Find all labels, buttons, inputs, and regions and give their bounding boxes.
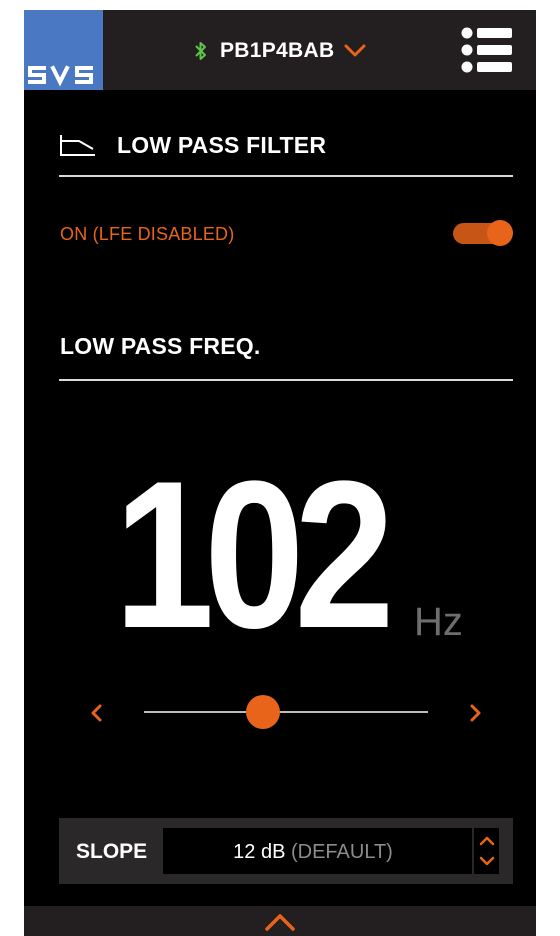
top-bar: PB1P4BAB [24,10,536,90]
section-title: LOW PASS FILTER [117,131,327,158]
slider-rail [144,711,428,713]
expand-panel-button[interactable] [24,906,536,936]
frequency-value: 102 [114,437,395,672]
slope-value-text: 12 dB [233,841,286,863]
filter-status: ON (LFE DISABLED) [60,224,235,244]
low-pass-filter-icon [60,135,95,156]
low-pass-freq-title: LOW PASS FREQ. [60,333,261,359]
slope-value: 12 dB (DEFAULT) [163,841,463,864]
decrease-frequency-button[interactable] [82,698,112,728]
chevron-up-down-icon[interactable] [477,832,497,870]
chevron-up-icon [265,914,295,931]
toggle-knob [487,220,513,246]
device-name: PB1P4BAB [220,39,335,62]
bluetooth-icon [195,42,206,60]
slider-thumb[interactable] [246,695,281,729]
chevron-down-icon [344,44,366,57]
slope-label: SLOPE [76,840,148,863]
slope-separator [472,828,474,874]
low-pass-filter-header: LOW PASS FILTER [59,128,326,162]
slope-default-hint: (DEFAULT) [290,841,393,863]
divider [59,379,513,381]
divider [59,175,513,177]
menu-button[interactable] [458,26,514,74]
frequency-slider[interactable] [144,694,428,730]
frequency-unit: Hz [414,600,463,644]
device-selector[interactable]: PB1P4BAB [194,36,366,66]
app-screen: PB1P4BAB LOW PASS FILTER ON (LFE DISABLE… [24,10,536,936]
svs-logo-mark [28,65,93,87]
svs-logo[interactable] [24,10,103,90]
increase-frequency-button[interactable] [460,698,490,728]
slope-row: SLOPE 12 dB (DEFAULT) [59,818,513,884]
chevron-right-icon [470,704,481,722]
low-pass-filter-toggle[interactable] [453,220,513,246]
slope-select[interactable]: 12 dB (DEFAULT) [163,828,499,874]
list-menu-icon [461,27,512,73]
chevron-left-icon [91,704,102,722]
